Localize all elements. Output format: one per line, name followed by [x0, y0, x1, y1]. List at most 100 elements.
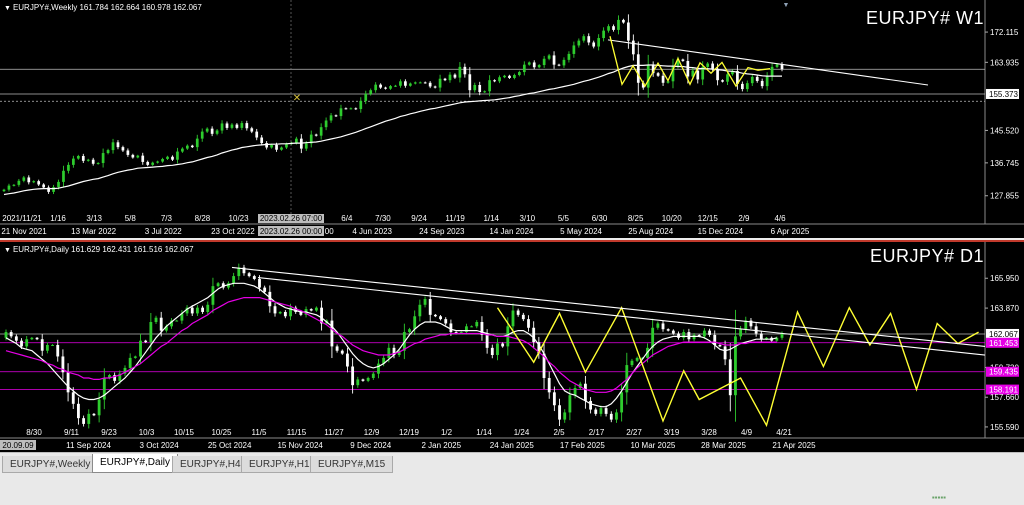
candle-body [339, 108, 343, 117]
candle-body [344, 108, 348, 110]
candle-body [245, 123, 249, 129]
candle-body [66, 372, 70, 393]
time-tick-label: 1/16 [50, 214, 66, 223]
candle-body [686, 60, 690, 77]
candle-body [759, 333, 763, 340]
weekly-info-line: ▼ EURJPY#,Weekly 161.784 162.664 160.978 … [4, 3, 202, 12]
candle-body [622, 19, 625, 23]
candle-body [330, 320, 334, 347]
daily-chart-pane[interactable]: 165.950163.870162.067161.453159.730159.4… [0, 240, 1024, 454]
date-tick-label: 21 Apr 2025 [772, 441, 816, 450]
date-tick-label: 15 Nov 2024 [277, 441, 323, 450]
candle-body [490, 347, 494, 356]
candle-body [754, 326, 758, 334]
tab-weekly[interactable]: EURJPY#,Weekly [2, 456, 99, 473]
date-tick-label: 6 Apr 2025 [771, 227, 810, 236]
candle-body [636, 54, 640, 83]
tab-m15[interactable]: EURJPY#,M15 [310, 456, 394, 473]
price-tick-label: 145.520 [990, 126, 1019, 135]
price-tag-label: 161.453 [989, 339, 1018, 348]
candle-body [696, 70, 700, 80]
candle-body [250, 128, 254, 132]
date-tick-label: 9 Dec 2024 [350, 441, 391, 450]
candle-body [215, 130, 219, 134]
candle-body [448, 74, 452, 81]
time-tick-label: 3/19 [664, 428, 680, 437]
candle-body [72, 158, 75, 165]
candle-body [563, 412, 567, 420]
candle-body [45, 344, 49, 351]
candle-body [597, 38, 601, 47]
tab-h1[interactable]: EURJPY#,H1 [241, 456, 318, 473]
candle-body [728, 359, 732, 396]
candle-body [558, 405, 561, 420]
candle-body [404, 81, 407, 86]
tab-daily[interactable]: EURJPY#,Daily [92, 454, 179, 473]
candle-body [496, 343, 499, 356]
candle-body [656, 323, 660, 328]
candle-body [346, 353, 349, 367]
candle-body [81, 156, 85, 161]
candle-body [607, 26, 610, 31]
candle-body [156, 161, 159, 163]
candle-body [273, 306, 277, 314]
candle-body [62, 170, 65, 182]
candle-body [126, 150, 130, 155]
resize-grip-icon[interactable]: ▪▪▪▪▪ [932, 493, 946, 502]
candle-body [14, 336, 18, 341]
candle-body [408, 83, 412, 86]
moving-average-line [3, 64, 782, 196]
tab-h4[interactable]: EURJPY#,H4 [172, 456, 249, 473]
candle-body [76, 156, 80, 159]
candle-body [584, 383, 587, 401]
candle-body [627, 22, 630, 41]
candle-body [20, 340, 23, 347]
candle-body [225, 123, 229, 128]
date-tick-label: 24 Sep 2023 [419, 227, 465, 236]
candle-body [7, 185, 11, 190]
candle-body [200, 131, 204, 139]
candle-body [190, 145, 194, 148]
candle-body [309, 309, 313, 311]
candle-body [516, 310, 520, 315]
date-tick-label: 2 Jan 2025 [421, 441, 461, 450]
candle-body [334, 115, 338, 117]
candle-body [478, 85, 482, 93]
daily-chart[interactable]: 165.950163.870162.067161.453159.730159.4… [0, 242, 1024, 454]
candle-body [329, 115, 333, 121]
date-tick-label: 11 Sep 2024 [66, 441, 111, 450]
date-tick-label: 28 Mar 2025 [701, 441, 746, 450]
candle-body [32, 181, 36, 183]
candle-body [433, 86, 437, 88]
candle-body [428, 82, 432, 87]
candle-body [501, 343, 505, 347]
candle-body [356, 379, 360, 386]
candle-body [532, 62, 536, 68]
candle-body [146, 161, 150, 165]
candle-body [371, 373, 375, 378]
candle-body [71, 392, 75, 404]
candle-body [661, 323, 665, 330]
candle-body [235, 124, 239, 128]
candle-body [101, 153, 105, 164]
candle-body [166, 156, 169, 159]
candle-body [377, 363, 380, 374]
date-tick-label: 24 Jan 2025 [490, 441, 535, 450]
time-tick-label: 12/9 [364, 428, 380, 437]
candle-body [439, 316, 442, 320]
candle-body [185, 145, 189, 149]
weekly-chart[interactable]: 172.115 163.935 155.373 145.520 136.745 127.8… [0, 0, 1024, 238]
candle-body [175, 320, 179, 322]
candle-body [602, 30, 605, 39]
weekly-chart-pane[interactable]: 172.115 163.935 155.373 145.520 136.745 127.8… [0, 0, 1024, 238]
crosshair-marker-icon: ✕ [293, 93, 301, 104]
candle-body [351, 366, 355, 386]
candle-body [547, 377, 551, 393]
candle-body [141, 155, 145, 162]
date-tick-label: 25 Oct 2024 [208, 441, 252, 450]
candle-body [711, 63, 714, 69]
candle-body [131, 154, 135, 158]
candle-body [573, 388, 577, 396]
candle-body [255, 131, 259, 138]
price-tag-label: 155.373 [989, 90, 1018, 99]
